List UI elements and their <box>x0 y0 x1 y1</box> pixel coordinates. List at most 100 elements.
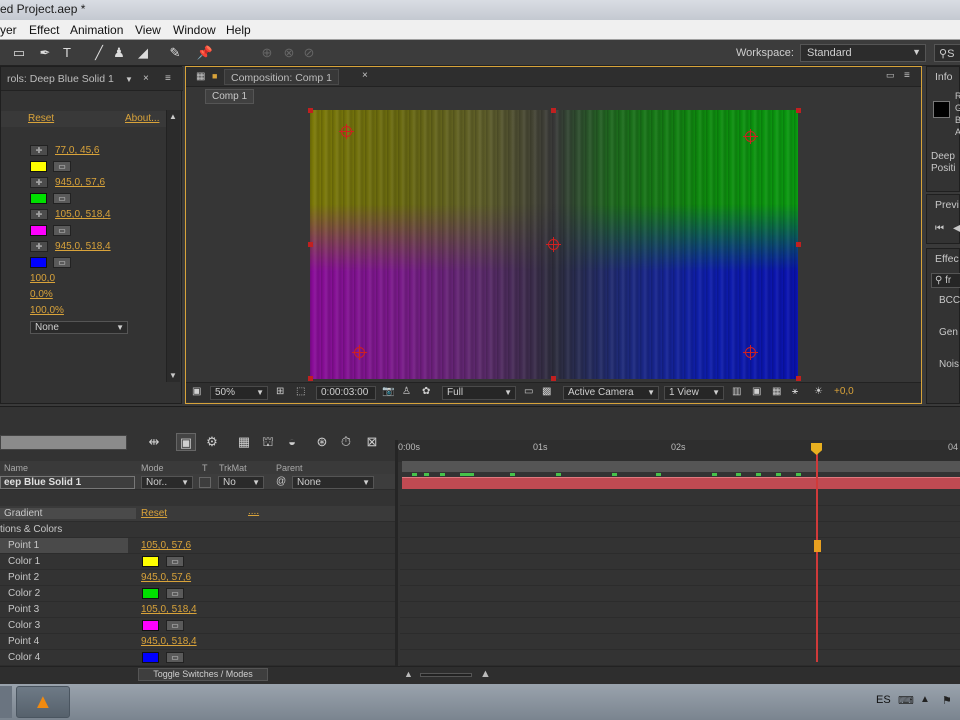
crosshair-icon[interactable]: ✛ <box>30 145 48 156</box>
layer-handle[interactable] <box>796 376 801 381</box>
panel-menu-icon[interactable]: ≡ <box>904 70 910 81</box>
layer-handle[interactable] <box>308 108 313 113</box>
layer-handle[interactable] <box>308 242 313 247</box>
ec-value[interactable]: 0,0% <box>30 289 53 300</box>
rectangle-tool-icon[interactable]: ▭ <box>10 44 28 62</box>
ec-value[interactable]: 100,0 <box>30 273 55 284</box>
prev-frame-icon[interactable]: ◀ <box>953 223 960 234</box>
current-time-indicator[interactable] <box>816 446 818 662</box>
help-search-input[interactable]: ⚲S <box>934 44 960 62</box>
scroll-down-icon[interactable]: ▼ <box>169 371 177 380</box>
flowchart-icon[interactable]: ⚹ <box>792 386 798 400</box>
pickwhip-icon[interactable]: @ <box>276 476 286 487</box>
ec-value[interactable]: 945,0, 57,6 <box>55 177 105 188</box>
frame-blending-icon[interactable]: ⛫ <box>258 433 278 451</box>
prop-value[interactable]: 105,0, 57,6 <box>141 540 191 551</box>
layer-trkmat-select[interactable]: No ▼ <box>218 476 264 489</box>
prop-row-point-4[interactable]: Point 4 945,0, 518,4 <box>0 634 395 650</box>
comp-flowchart-button[interactable]: Comp 1 <box>205 89 255 104</box>
prop-row-point-2[interactable]: Point 2 945,0, 57,6 <box>0 570 395 586</box>
snapshot-camera-icon[interactable]: 📷 <box>382 386 394 400</box>
layer-duration-bar[interactable] <box>402 477 960 489</box>
effect-reset-link[interactable]: Reset <box>141 508 167 519</box>
layer-handle[interactable] <box>796 242 801 247</box>
prop-row-color-3[interactable]: Color 3 ▭ <box>0 618 395 634</box>
property-group-row[interactable]: tions & Colors <box>0 522 395 538</box>
ec-value[interactable]: 100,0% <box>30 305 64 316</box>
crosshair-icon[interactable]: ✛ <box>30 241 48 252</box>
brush-tool-icon[interactable]: ╱ <box>90 44 108 62</box>
menu-layer[interactable]: yer <box>0 23 17 37</box>
effect-options-link[interactable]: .... <box>248 506 259 517</box>
panel-close-icon[interactable]: × <box>143 73 149 84</box>
motion-blur-icon[interactable]: ◒ <box>282 433 302 451</box>
gradient-point-2-crosshair-icon[interactable] <box>743 129 758 144</box>
workspace-select[interactable]: Standard ▼ <box>800 44 926 62</box>
effects-item-bcc[interactable]: BCC <box>939 295 960 306</box>
crosshair-icon[interactable]: ✛ <box>30 209 48 220</box>
layer-handle[interactable] <box>551 376 556 381</box>
mask-visibility-icon[interactable]: ⬚ <box>296 386 305 400</box>
eyedropper-icon[interactable]: ▭ <box>53 257 71 268</box>
color-swatch[interactable] <box>30 193 47 204</box>
text-tool-icon[interactable]: T <box>58 44 76 62</box>
exposure-icon[interactable]: ☀ <box>814 386 823 400</box>
exposure-value[interactable]: +0,0 <box>834 386 854 400</box>
fast-previews-icon[interactable]: ▣ <box>752 386 761 400</box>
ec-value[interactable]: 945,0, 518,4 <box>55 241 111 252</box>
effect-controls-tab[interactable]: rols: Deep Blue Solid 1 <box>1 71 120 87</box>
menu-animation[interactable]: Animation <box>70 23 123 37</box>
preserve-transparency-toggle[interactable] <box>199 477 211 488</box>
layer-handle[interactable] <box>796 108 801 113</box>
clone-stamp-tool-icon[interactable]: ♟ <box>110 44 128 62</box>
layer-name[interactable]: eep Blue Solid 1 <box>0 476 135 489</box>
zoom-out-icon[interactable]: ▲ <box>404 669 413 679</box>
menu-window[interactable]: Window <box>173 23 216 37</box>
layer-row[interactable]: eep Blue Solid 1 Nor.. ▼ No ▼ @ None ▼ <box>0 474 395 490</box>
comp-mini-flowchart-icon[interactable]: ⇹ <box>144 433 164 451</box>
gradient-point-4-crosshair-icon[interactable] <box>743 345 758 360</box>
color-swatch[interactable] <box>142 652 159 663</box>
eyedropper-icon[interactable]: ▭ <box>166 588 184 599</box>
gradient-point-3-crosshair-icon[interactable] <box>352 345 367 360</box>
gradient-point-1-crosshair-icon[interactable] <box>339 124 354 139</box>
prop-value[interactable]: 105,0, 518,4 <box>141 604 197 615</box>
toggle-pixel-aspect-icon[interactable]: ▥ <box>732 386 741 400</box>
color-swatch[interactable] <box>30 161 47 172</box>
pen-tool-icon[interactable]: ✒ <box>36 44 54 62</box>
comp-timeline-icon[interactable]: ⊠ <box>362 433 382 451</box>
panel-maximize-icon[interactable]: ▭ <box>886 70 895 81</box>
first-frame-icon[interactable]: ⏮ <box>935 223 944 234</box>
resolution-select[interactable]: Full ▼ <box>442 386 516 400</box>
show-snapshot-icon[interactable]: ♙ <box>402 386 411 400</box>
view-layout-select[interactable]: 1 View ▼ <box>664 386 724 400</box>
hide-shy-layers-icon[interactable]: ▦ <box>234 433 254 451</box>
timeline-divider[interactable] <box>395 440 398 666</box>
timeline-icon[interactable]: ▦ <box>772 386 781 400</box>
effects-item-noise[interactable]: Nois <box>939 359 959 370</box>
preview-tab[interactable]: Previ <box>935 199 959 211</box>
zoom-in-icon[interactable]: ▲ <box>480 668 491 680</box>
info-tab[interactable]: Info <box>935 71 953 83</box>
start-button[interactable] <box>0 686 12 718</box>
color-channel-icon[interactable]: ✿ <box>422 386 430 400</box>
effect-reset-link[interactable]: Reset <box>28 113 54 124</box>
prop-row-color-4[interactable]: Color 4 ▭ <box>0 650 395 666</box>
effect-controls-scrollbar[interactable]: ▲ ▼ <box>166 110 180 382</box>
vlc-taskbar-button[interactable]: ▲ <box>16 686 70 718</box>
tray-arrow-icon[interactable]: ▲ <box>920 694 930 705</box>
prop-value[interactable]: 945,0, 57,6 <box>141 572 191 583</box>
work-area-bar[interactable] <box>402 461 960 472</box>
always-preview-icon[interactable]: ▣ <box>192 386 201 400</box>
menu-help[interactable]: Help <box>226 23 251 37</box>
region-of-interest-icon[interactable]: ▭ <box>524 386 533 400</box>
prop-row-point-3[interactable]: Point 3 105,0, 518,4 <box>0 602 395 618</box>
menu-effect[interactable]: Effect <box>29 23 59 37</box>
eyedropper-icon[interactable]: ▭ <box>166 652 184 663</box>
graph-editor-icon[interactable]: ⏱ <box>336 433 356 451</box>
ec-dropdown[interactable]: None ▼ <box>30 321 128 334</box>
layer-parent-select[interactable]: None ▼ <box>292 476 374 489</box>
timeline-zoom-slider[interactable] <box>420 673 472 677</box>
anchor-point-crosshair-icon[interactable] <box>546 237 561 252</box>
eyedropper-icon[interactable]: ▭ <box>53 161 71 172</box>
